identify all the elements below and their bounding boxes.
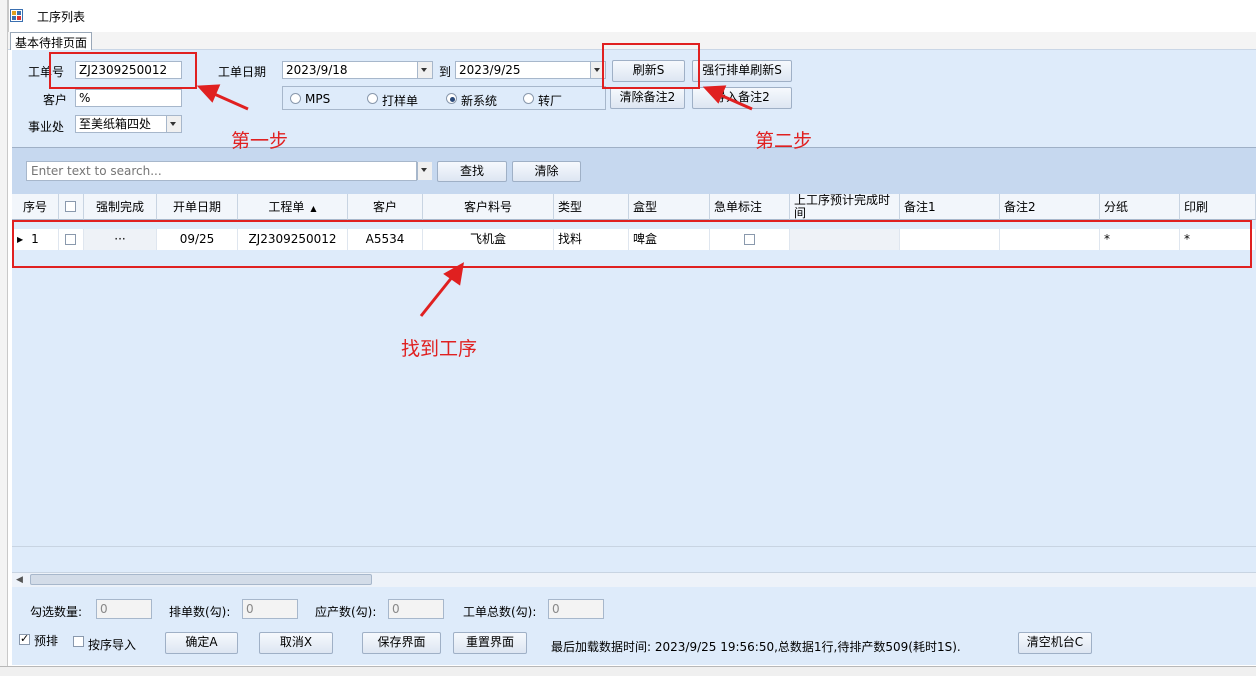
annotation-find-process: 找到工序 (401, 338, 478, 360)
annotation-step1: 第一步 (231, 130, 289, 152)
annotation-step2: 第二步 (755, 130, 813, 152)
annotation-arrows (196, 84, 753, 317)
